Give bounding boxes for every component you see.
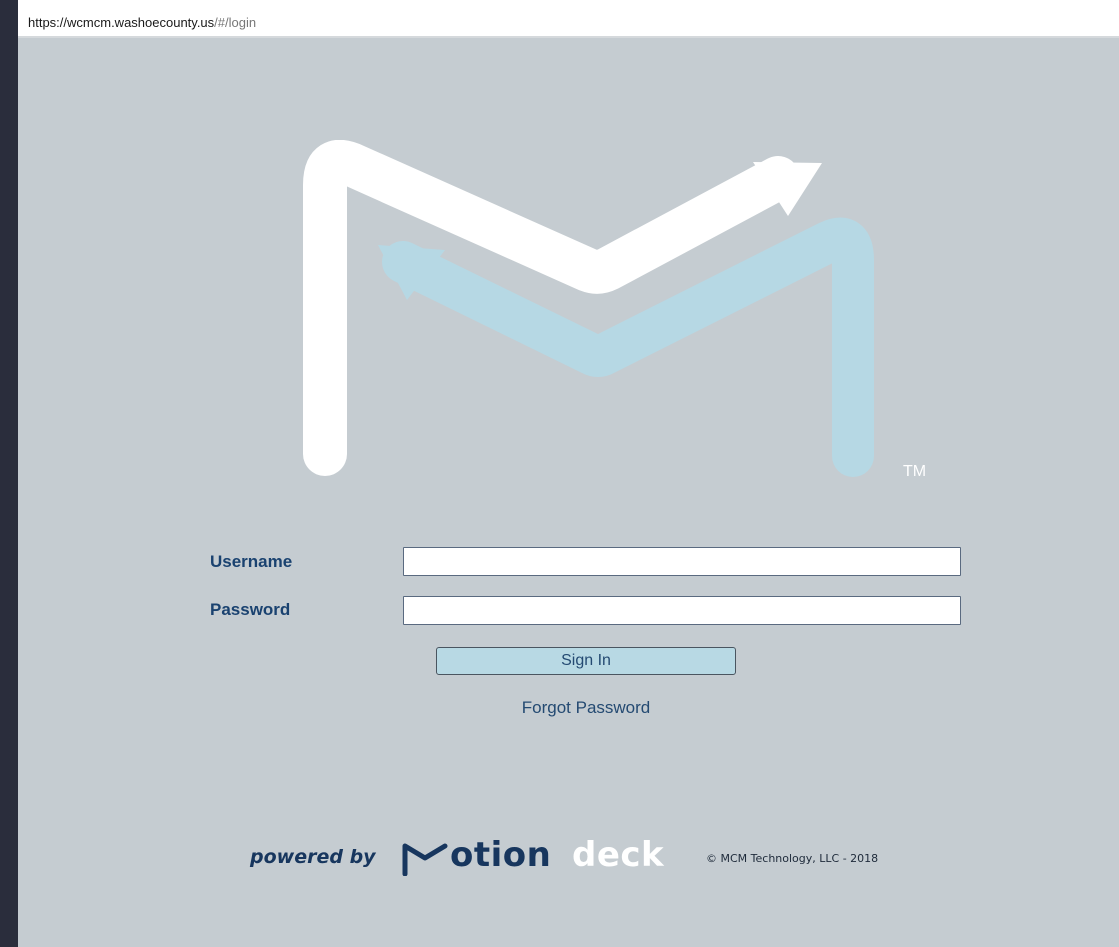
motiondeck-logo-icon: TM <box>303 140 926 480</box>
url-path: /#/login <box>214 15 257 30</box>
brand-name-part2: deck <box>572 835 665 875</box>
password-label: Password <box>210 600 291 619</box>
address-url[interactable]: https://wcmcm.washoecounty.us/#/login <box>28 15 256 30</box>
copyright-text: © MCM Technology, LLC - 2018 <box>706 852 879 865</box>
brand-name-part1: otion <box>450 835 552 875</box>
trademark-label: TM <box>903 463 926 480</box>
powered-by-text: powered by <box>250 846 376 868</box>
motiondeck-m-icon <box>402 843 448 876</box>
url-host: https://wcmcm.washoecounty.us <box>28 15 215 30</box>
sign-in-button[interactable]: Sign In <box>436 647 736 675</box>
address-bar[interactable]: https://wcmcm.washoecounty.us/#/login <box>18 0 1119 38</box>
username-label: Username <box>210 552 293 571</box>
username-input[interactable] <box>403 547 961 576</box>
browser-window: https://wcmcm.washoecounty.us/#/login TM… <box>18 0 1119 947</box>
password-input[interactable] <box>403 596 961 625</box>
footer: powered by otion deck © MCM Technology, … <box>248 835 968 878</box>
forgot-password-link[interactable]: Forgot Password <box>486 698 686 718</box>
